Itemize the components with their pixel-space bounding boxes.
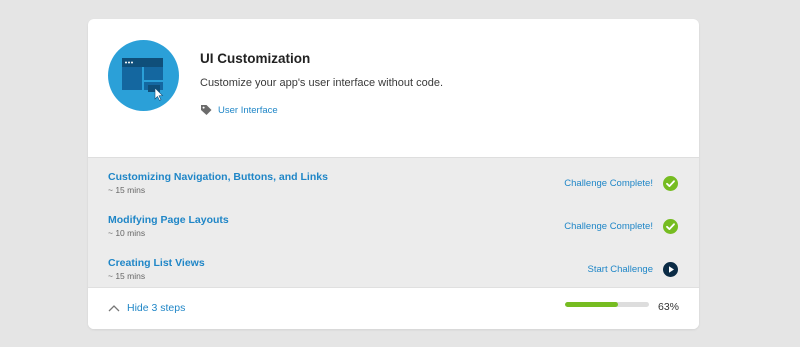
hide-steps-label[interactable]: Hide 3 steps [127, 302, 185, 314]
hide-steps-toggle[interactable]: Hide 3 steps [108, 302, 185, 314]
module-description: Customize your app's user interface with… [200, 77, 443, 89]
module-header: UI Customization Customize your app's us… [88, 19, 699, 157]
tag-icon [201, 105, 212, 115]
step-item: Customizing Navigation, Buttons, and Lin… [88, 162, 699, 202]
play-circle-icon[interactable] [663, 262, 678, 277]
step-duration: ~ 10 mins [108, 228, 146, 238]
step-title[interactable]: Customizing Navigation, Buttons, and Lin… [108, 171, 328, 183]
start-challenge-link[interactable]: Start Challenge [588, 264, 653, 275]
step-status-label[interactable]: Challenge Complete! [564, 178, 653, 189]
window-layout-icon [108, 40, 179, 111]
chevron-up-icon [108, 305, 120, 312]
step-item: Modifying Page Layouts ~ 10 mins Challen… [88, 205, 699, 245]
step-duration: ~ 15 mins [108, 185, 146, 195]
steps-list: Customizing Navigation, Buttons, and Lin… [88, 157, 699, 287]
step-title[interactable]: Modifying Page Layouts [108, 214, 229, 226]
progress-fill [565, 302, 618, 307]
module-card: UI Customization Customize your app's us… [88, 19, 699, 329]
step-title[interactable]: Creating List Views [108, 257, 205, 269]
check-circle-icon [663, 176, 678, 191]
card-footer: Hide 3 steps 63% [88, 287, 699, 329]
step-item: Creating List Views ~ 15 mins Start Chal… [88, 248, 699, 288]
tag-label[interactable]: User Interface [218, 105, 278, 116]
progress-percent: 63% [658, 301, 680, 313]
module-title: UI Customization [200, 51, 311, 66]
step-duration: ~ 15 mins [108, 271, 146, 281]
progress-bar [565, 302, 649, 307]
module-tag[interactable]: User Interface [200, 104, 278, 116]
step-status-label[interactable]: Challenge Complete! [564, 221, 653, 232]
check-circle-icon [663, 219, 678, 234]
